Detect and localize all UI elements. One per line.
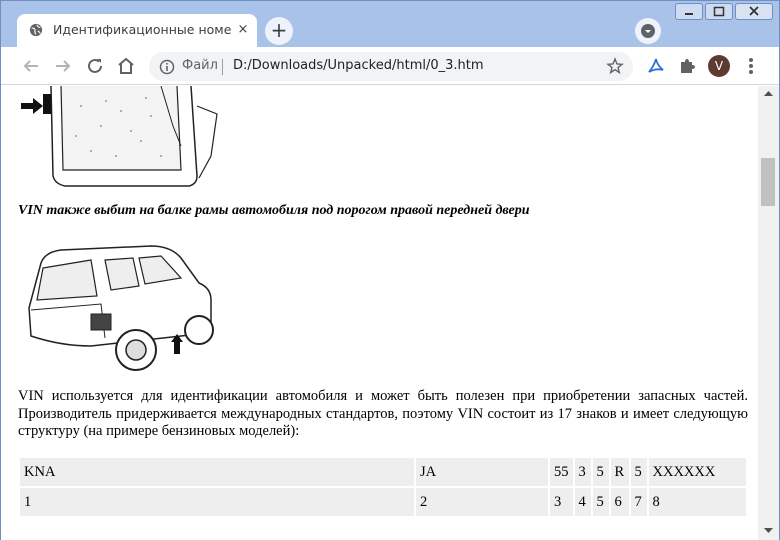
tab-strip: Идентификационные номера и × + xyxy=(1,1,779,47)
table-row: 1 2 3 4 5 6 7 8 xyxy=(20,488,746,516)
chevron-down-icon xyxy=(641,24,655,38)
acrobat-icon[interactable] xyxy=(646,56,666,76)
table-cell: 5 xyxy=(592,488,609,516)
maximize-icon xyxy=(713,6,725,17)
minimize-icon xyxy=(685,13,693,15)
car-illustration xyxy=(28,245,214,371)
maximize-button[interactable] xyxy=(705,3,733,20)
browser-window: Идентификационные номера и × + xyxy=(0,0,780,540)
table-cell: 7 xyxy=(630,488,647,516)
active-tab[interactable]: Идентификационные номера и × xyxy=(17,14,257,47)
vin-paragraph: VIN используется для идентификации автом… xyxy=(18,388,748,439)
table-cell: 4 xyxy=(574,488,591,516)
back-arrow-icon[interactable] xyxy=(19,54,43,78)
scroll-up-arrow-icon[interactable] xyxy=(758,86,779,102)
table-cell: JA xyxy=(416,458,548,486)
table-cell: 1 xyxy=(20,488,414,516)
table-cell: 2 xyxy=(416,488,548,516)
vertical-scrollbar[interactable] xyxy=(758,86,779,540)
close-icon xyxy=(749,6,759,16)
profile-avatar[interactable]: V xyxy=(708,55,730,77)
tab-search-button[interactable] xyxy=(635,18,661,44)
kebab-menu-icon[interactable] xyxy=(741,55,761,77)
forward-arrow-icon[interactable] xyxy=(51,54,75,78)
home-icon[interactable] xyxy=(114,54,138,78)
tab-close-icon[interactable]: × xyxy=(235,22,251,38)
new-tab-button[interactable]: + xyxy=(265,17,293,45)
table-cell: 8 xyxy=(648,488,746,516)
table-cell: 55 xyxy=(550,458,573,486)
scroll-thumb[interactable] xyxy=(761,158,775,206)
minimize-button[interactable] xyxy=(675,3,703,20)
scroll-down-arrow-icon[interactable] xyxy=(758,522,779,538)
image-caption: VIN также выбит на балке рамы автомобиля… xyxy=(18,203,530,218)
reload-icon[interactable] xyxy=(83,54,107,78)
window-controls xyxy=(675,3,773,22)
close-window-button[interactable] xyxy=(735,3,773,20)
table-cell: 5 xyxy=(630,458,647,486)
table-cell: XXXXXX xyxy=(648,458,746,486)
omnibox-scheme-label: Файл xyxy=(182,58,218,73)
table-cell: 5 xyxy=(592,458,609,486)
star-icon[interactable] xyxy=(606,57,624,75)
vin-table: KNA JA 55 3 5 R 5 XXXXXX 1 2 3 4 5 6 7 8 xyxy=(18,456,748,518)
table-cell: 6 xyxy=(610,488,629,516)
table-row: KNA JA 55 3 5 R 5 XXXXXX xyxy=(20,458,746,486)
omnibox-separator xyxy=(222,59,223,75)
table-cell: 3 xyxy=(574,458,591,486)
tab-title: Идентификационные номера и xyxy=(53,22,231,37)
globe-icon xyxy=(29,23,43,37)
door-illustration xyxy=(21,86,218,187)
toolbar: Файл D:/Downloads/Unpacked/html/0_3.htm … xyxy=(1,47,779,85)
table-cell: R xyxy=(610,458,629,486)
table-cell: 3 xyxy=(550,488,573,516)
info-icon[interactable] xyxy=(159,59,175,75)
puzzle-icon[interactable] xyxy=(677,56,697,76)
table-cell: KNA xyxy=(20,458,414,486)
page-content: VIN также выбит на балке рамы автомобиля… xyxy=(1,86,758,540)
url-text[interactable]: D:/Downloads/Unpacked/html/0_3.htm xyxy=(233,58,484,73)
address-bar[interactable]: Файл D:/Downloads/Unpacked/html/0_3.htm xyxy=(149,52,633,81)
